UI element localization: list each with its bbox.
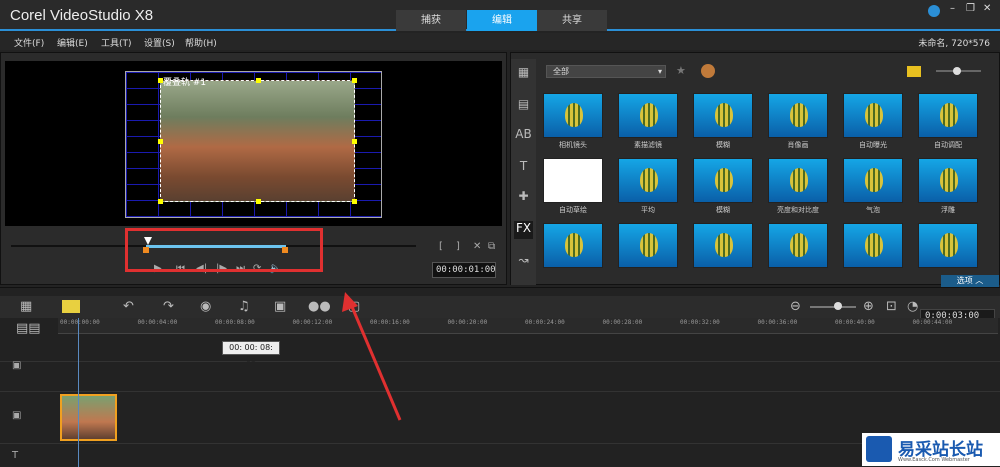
annotation-arrow <box>342 292 402 421</box>
watermark-logo: 易采站长站 Www.Easck.Com Webmaster <box>862 433 1000 466</box>
